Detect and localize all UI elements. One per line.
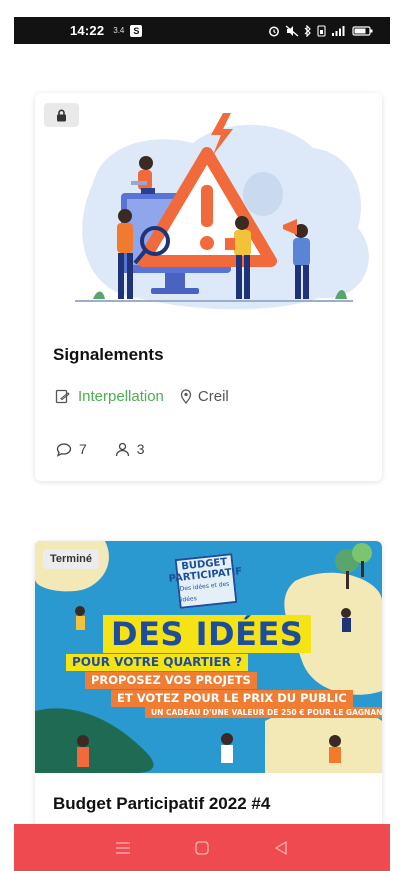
status-bar: 14:22 3.4 S — [14, 17, 390, 44]
home-button[interactable] — [190, 836, 214, 860]
alarm-icon — [269, 26, 279, 36]
card-meta: Interpellation Creil — [55, 388, 229, 405]
comments-count: 7 — [79, 441, 87, 457]
back-icon — [274, 840, 287, 855]
participants-count: 3 — [136, 441, 145, 457]
mute-icon — [285, 25, 299, 36]
status-time: 14:22 — [70, 23, 105, 38]
budget-logo: BUDGET PARTICIPATIF Des idées et des idé… — [168, 553, 243, 609]
sim-icon — [317, 24, 326, 37]
s-app-icon: S — [130, 24, 143, 37]
back-button[interactable] — [269, 836, 293, 860]
consultation-card-budget[interactable]: BUDGET PARTICIPATIF Des idées et des idé… — [35, 541, 382, 841]
consultation-card-signalements[interactable]: Signalements Interpellation Creil 7 3 — [35, 93, 382, 481]
battery-icon — [352, 25, 373, 36]
user-icon — [115, 442, 129, 456]
system-nav-bar — [14, 824, 390, 871]
location-label: Creil — [197, 388, 229, 405]
location-pin-icon — [180, 389, 192, 404]
interpellation-icon — [55, 389, 70, 404]
signal-icon — [332, 25, 345, 36]
card-stats: 7 3 — [56, 441, 145, 457]
banner-headline: DES IDÉES — [103, 615, 312, 653]
banner-line-2: PROPOSEZ VOS PROJETS — [85, 672, 257, 689]
warning-sign-illustration — [75, 113, 369, 310]
network-speed: 3.4 — [113, 26, 125, 35]
bluetooth-icon — [304, 24, 311, 37]
consultation-type: Interpellation — [78, 388, 164, 405]
banner-line-3: ET VOTEZ POUR LE PRIX DU PUBLIC — [111, 690, 353, 707]
locked-badge — [44, 103, 79, 127]
card-title[interactable]: Signalements — [53, 345, 164, 365]
menu-icon — [116, 841, 131, 854]
budget-banner: BUDGET PARTICIPATIF Des idées et des idé… — [35, 541, 382, 773]
lock-icon — [57, 109, 66, 121]
banner-line-4: UN CADEAU D'UNE VALEUR DE 250 € POUR LE … — [145, 707, 382, 718]
banner-line-1: POUR VOTRE QUARTIER ? — [66, 654, 249, 671]
status-badge: Terminé — [43, 549, 99, 569]
card-title[interactable]: Budget Participatif 2022 #4 — [53, 794, 270, 814]
home-icon — [195, 840, 209, 855]
comment-icon — [56, 442, 72, 457]
menu-button[interactable] — [111, 836, 135, 860]
